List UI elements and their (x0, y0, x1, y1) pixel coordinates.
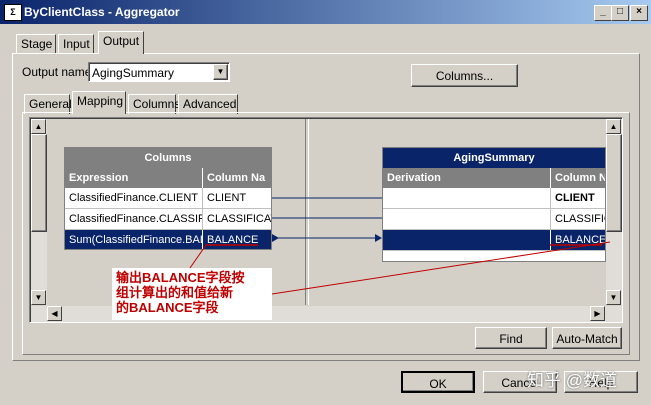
link-arrowhead-icon (272, 234, 279, 242)
output-name-value: AgingSummary (92, 66, 175, 80)
annotation-callout: 输出BALANCE字段按 组计算出的和值给新 的BALANCE字段 (112, 268, 272, 320)
chevron-down-icon[interactable]: ▼ (213, 64, 228, 80)
annotation-pointer (271, 241, 611, 295)
auto-match-button[interactable]: Auto-Match (552, 327, 622, 349)
output-name-select[interactable]: AgingSummary ▼ (88, 62, 230, 82)
annotation-pointer (189, 244, 207, 269)
tab-input[interactable]: Input (58, 34, 94, 54)
columns-button[interactable]: Columns... (411, 64, 518, 87)
aggregator-stage-icon: Σ (4, 4, 22, 21)
tab-columns[interactable]: Columns (128, 94, 180, 114)
tab-mapping[interactable]: Mapping (72, 91, 126, 114)
close-button[interactable]: × (630, 5, 648, 21)
link-arrowhead-icon (375, 234, 382, 242)
tab-stage[interactable]: Stage (16, 34, 56, 54)
mapping-canvas: ▲ ▼ ▲ ▼ ◀ ▶ Columns Expression Column Na… (29, 117, 623, 323)
output-name-label: Output name: (22, 65, 95, 79)
watermark: 知乎 @数道 (527, 371, 617, 390)
window-title: ByClientClass - Aggregator (24, 5, 180, 19)
tab-general[interactable]: General (24, 94, 72, 114)
tab-advanced[interactable]: Advanced (178, 94, 238, 114)
find-button[interactable]: Find (475, 327, 547, 349)
ok-button[interactable]: OK (401, 371, 475, 393)
minimize-button[interactable]: _ (594, 5, 612, 21)
title-bar: Σ ByClientClass - Aggregator _ □ × (0, 0, 651, 24)
maximize-button[interactable]: □ (611, 5, 629, 21)
tab-output[interactable]: Output (98, 31, 144, 54)
